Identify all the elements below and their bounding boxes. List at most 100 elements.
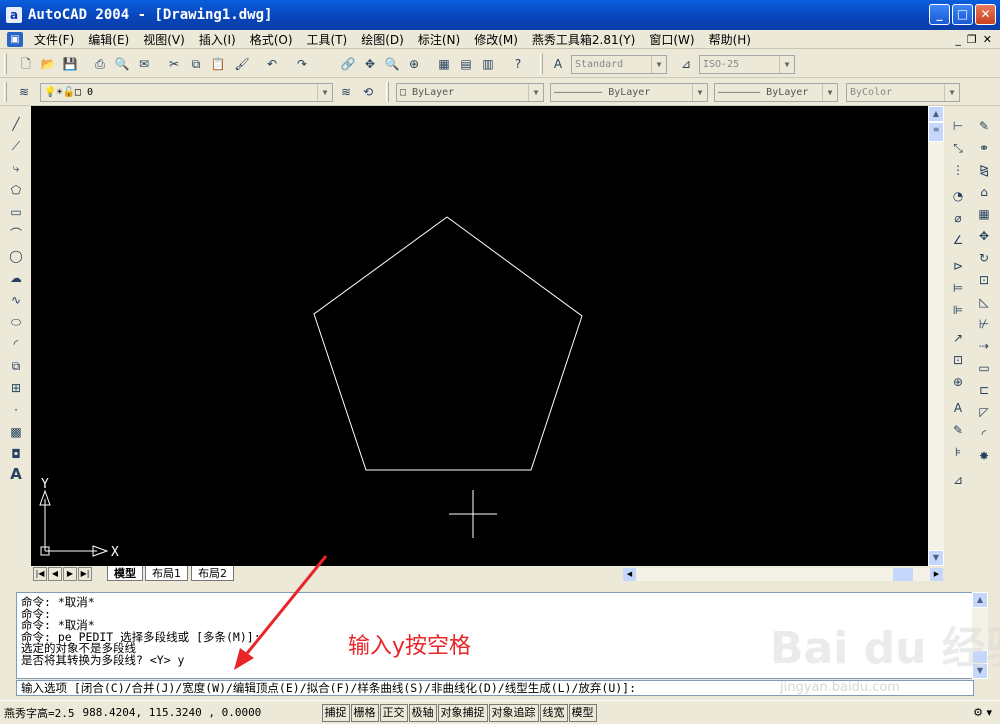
explode-icon[interactable]: ✸	[974, 446, 994, 466]
menu-file[interactable]: 文件(F)	[27, 31, 81, 48]
paste-icon[interactable]: 📋	[208, 54, 228, 74]
ortho-toggle[interactable]: 正交	[379, 703, 408, 722]
ellipse-arc-icon[interactable]: ◜	[6, 334, 26, 354]
maximize-button[interactable]: □	[952, 4, 973, 25]
tray-settings-icon[interactable]: ⚙ ▾	[973, 706, 992, 719]
point-icon[interactable]: ·	[6, 400, 26, 420]
doc-close-icon[interactable]: ✕	[983, 30, 992, 49]
scroll-left-icon[interactable]: ◀	[623, 568, 636, 581]
trim-icon[interactable]: ⊬	[974, 314, 994, 334]
last-tab-icon[interactable]: ▶|	[78, 567, 92, 581]
make-block-icon[interactable]: ⊞	[6, 378, 26, 398]
properties-icon[interactable]: ▦	[434, 54, 454, 74]
pentagon-shape[interactable]	[313, 216, 583, 471]
scroll-down-icon[interactable]: ▼	[928, 550, 944, 566]
tab-layout2[interactable]: 布局2	[191, 566, 234, 581]
otrack-toggle[interactable]: 对象追踪	[488, 703, 539, 722]
menu-draw[interactable]: 绘图(D)	[354, 31, 411, 48]
save-icon[interactable]: 💾	[60, 54, 80, 74]
osnap-toggle[interactable]: 对象捕捉	[437, 703, 488, 722]
circle-icon[interactable]: ◯	[6, 246, 26, 266]
lineweight-select[interactable]: ——————— ByLayer ▼	[714, 83, 838, 102]
zoom-realtime-icon[interactable]: 🔍	[382, 54, 402, 74]
hscroll-thumb[interactable]	[893, 568, 913, 581]
arc-icon[interactable]: ⌒	[6, 224, 26, 244]
line-icon[interactable]: ╱	[6, 114, 26, 134]
baseline-dim-icon[interactable]: ⊨	[948, 278, 968, 298]
radius-dim-icon[interactable]: ◔	[948, 186, 968, 206]
chamfer-icon[interactable]: ◸	[974, 402, 994, 422]
offset-icon[interactable]: ⌂	[974, 182, 994, 202]
spline-icon[interactable]: ∿	[6, 290, 26, 310]
array-icon[interactable]: ▦	[974, 204, 994, 224]
color-select[interactable]: □ ByLayer ▼	[396, 83, 544, 102]
extend-icon[interactable]: ⇢	[974, 336, 994, 356]
polygon-icon[interactable]: ⬠	[6, 180, 26, 200]
layer-previous-icon[interactable]: ⟲	[358, 82, 378, 102]
drawing-canvas[interactable]: Y X	[31, 106, 928, 566]
next-tab-icon[interactable]: ▶	[63, 567, 77, 581]
tab-model[interactable]: 模型	[107, 566, 143, 581]
revision-cloud-icon[interactable]: ☁	[6, 268, 26, 288]
new-file-icon[interactable]: 🗋	[16, 54, 36, 74]
doc-minimize-icon[interactable]: _	[955, 30, 961, 49]
linear-dim-icon[interactable]: ⊢	[948, 116, 968, 136]
tolerance-icon[interactable]: ⊡	[948, 350, 968, 370]
rectangle-icon[interactable]: ▭	[6, 202, 26, 222]
minimize-button[interactable]: _	[929, 4, 950, 25]
match-properties-icon[interactable]: 🖌	[232, 54, 252, 74]
tab-layout1[interactable]: 布局1	[145, 566, 188, 581]
horizontal-scrollbar[interactable]: ◀ ▶	[623, 568, 943, 581]
text-style-select[interactable]: Standard ▼	[571, 55, 667, 74]
redo-icon[interactable]: ↷	[292, 54, 312, 74]
ellipse-icon[interactable]: ⬭	[6, 312, 26, 332]
grid-toggle[interactable]: 栅格	[350, 703, 379, 722]
undo-icon[interactable]: ↶	[262, 54, 282, 74]
region-icon[interactable]: ◘	[6, 444, 26, 464]
quick-dim-icon[interactable]: ⊳	[948, 256, 968, 276]
scroll-thumb[interactable]: ≡	[928, 122, 944, 142]
dim-edit-icon[interactable]: A	[948, 398, 968, 418]
menu-edit[interactable]: 编辑(E)	[81, 31, 136, 48]
move-icon[interactable]: ✥	[974, 226, 994, 246]
layer-select[interactable]: 💡☀🔓□ 0 ▼	[40, 83, 333, 102]
aligned-dim-icon[interactable]: ⤡	[948, 138, 968, 158]
center-mark-icon[interactable]: ⊕	[948, 372, 968, 392]
stretch-icon[interactable]: ◺	[974, 292, 994, 312]
menu-modify[interactable]: 修改(M)	[467, 31, 525, 48]
multiline-text-icon[interactable]: A	[6, 464, 26, 484]
continue-dim-icon[interactable]: ⊫	[948, 300, 968, 320]
rotate-icon[interactable]: ↻	[974, 248, 994, 268]
help-icon[interactable]: ?	[508, 54, 528, 74]
first-tab-icon[interactable]: |◀	[33, 567, 47, 581]
scroll-right-icon[interactable]: ▶	[930, 568, 943, 581]
menu-view[interactable]: 视图(V)	[136, 31, 192, 48]
mirror-icon[interactable]: ⧎	[974, 160, 994, 180]
fillet-icon[interactable]: ◜	[974, 424, 994, 444]
menu-format[interactable]: 格式(O)	[243, 31, 300, 48]
diameter-dim-icon[interactable]: ⌀	[948, 208, 968, 228]
dim-update-icon[interactable]: ⊧	[948, 442, 968, 462]
erase-icon[interactable]: ✎	[974, 116, 994, 136]
copy-icon[interactable]: ⧉	[186, 54, 206, 74]
model-toggle[interactable]: 模型	[568, 703, 597, 722]
insert-block-icon[interactable]: ⧉	[6, 356, 26, 376]
hyperlink-icon[interactable]: 🔗	[338, 54, 358, 74]
construction-line-icon[interactable]: ⟋	[6, 136, 26, 156]
vertical-scrollbar[interactable]: ▲ ≡ ▼	[928, 106, 944, 566]
layer-manager-icon[interactable]: ≋	[14, 82, 34, 102]
open-file-icon[interactable]: 📂	[38, 54, 58, 74]
join-icon[interactable]: ⊏	[974, 380, 994, 400]
polar-toggle[interactable]: 极轴	[408, 703, 437, 722]
design-center-icon[interactable]: ▤	[456, 54, 476, 74]
menu-yanxiu-toolbox[interactable]: 燕秀工具箱2.81(Y)	[525, 31, 642, 48]
scroll-up-icon[interactable]: ▲	[972, 592, 988, 608]
copy-object-icon[interactable]: ⚭	[974, 138, 994, 158]
make-current-layer-icon[interactable]: ≋	[336, 82, 356, 102]
polyline-icon[interactable]: ⤷	[6, 158, 26, 178]
plot-preview-icon[interactable]: 🔍	[112, 54, 132, 74]
menu-dimension[interactable]: 标注(N)	[411, 31, 467, 48]
tool-palettes-icon[interactable]: ▥	[478, 54, 498, 74]
menu-insert[interactable]: 插入(I)	[192, 31, 243, 48]
cut-icon[interactable]: ✂	[164, 54, 184, 74]
